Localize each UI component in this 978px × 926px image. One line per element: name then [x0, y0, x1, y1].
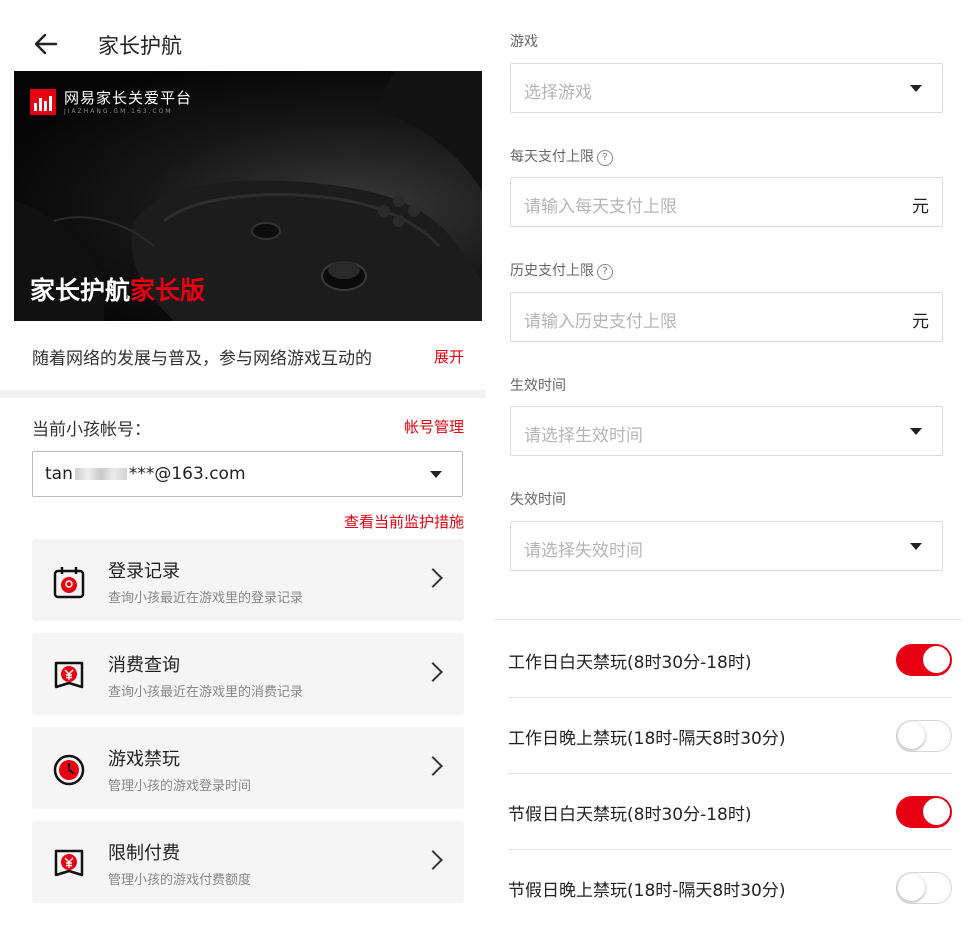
help-icon[interactable]: ? [597, 150, 613, 166]
account-manage-link[interactable]: 帐号管理 [404, 416, 464, 437]
chevron-right-icon [423, 850, 443, 870]
menu-item-title: 消费查询 [108, 655, 180, 676]
chevron-right-icon [423, 756, 443, 776]
account-label: 当前小孩帐号： [32, 420, 151, 440]
daily-limit-input[interactable]: 请输入每天支付上限 元 [510, 177, 943, 227]
chevron-right-icon [423, 568, 443, 588]
toggle-row-workday-day: 工作日白天禁玩(8时30分-18时) [508, 622, 952, 698]
currency-unit: 元 [912, 197, 929, 217]
toggle-row-holiday-day: 节假日白天禁玩(8时30分-18时) [508, 774, 952, 850]
masked-text [74, 468, 127, 480]
start-time-placeholder: 请选择生效时间 [524, 426, 643, 446]
toggle-label: 工作日白天禁玩(8时30分-18时) [508, 653, 752, 673]
intro-text: 随着网络的发展与普及，参与网络游戏互动的 [32, 349, 372, 369]
hero-banner: 网易家长关爱平台 JIAZHANG.GM.163.COM 家长护航家长版 [14, 71, 482, 321]
section-divider [494, 619, 962, 620]
start-time-select[interactable]: 请选择生效时间 [510, 406, 943, 456]
netease-logo-icon [30, 89, 56, 115]
holiday-night-ban-switch[interactable] [896, 872, 952, 904]
menu-item-title: 登录记录 [108, 561, 180, 582]
help-icon[interactable]: ? [597, 264, 613, 280]
game-placeholder: 选择游戏 [524, 83, 592, 103]
dropdown-caret-icon [910, 543, 922, 550]
brand-logo-group: 网易家长关爱平台 JIAZHANG.GM.163.COM [30, 89, 192, 115]
menu-item-title: 游戏禁玩 [108, 749, 180, 770]
toggle-label: 节假日白天禁玩(8时30分-18时) [508, 805, 752, 825]
chevron-right-icon [423, 662, 443, 682]
banner-title: 家长护航家长版 [30, 271, 205, 307]
clock-icon [53, 754, 85, 786]
switch-knob [923, 646, 950, 673]
end-time-placeholder: 请选择失效时间 [524, 541, 643, 561]
switch-knob [898, 874, 925, 901]
brand-name: 网易家长关爱平台 [64, 89, 193, 107]
intro-section: 随着网络的发展与普及，参与网络游戏互动的 展开 [32, 344, 486, 374]
view-monitoring-link[interactable]: 查看当前监护措施 [344, 511, 464, 532]
dropdown-caret-icon [910, 85, 922, 92]
workday-day-ban-switch[interactable] [896, 644, 952, 676]
left-panel: 家长护航 网易家长关爱平台 JIAZHANG.GM.163.COM 家长护航家长… [0, 0, 486, 926]
login-record-icon [53, 567, 85, 599]
menu-item-payment-limit[interactable]: 限制付费 管理小孩的游戏付费额度 [32, 821, 464, 903]
history-limit-placeholder: 请输入历史支付上限 [524, 312, 677, 332]
end-time-label: 失效时间 [510, 492, 566, 508]
history-limit-input[interactable]: 请输入历史支付上限 元 [510, 292, 943, 342]
dropdown-caret-icon [910, 428, 922, 435]
menu-item-title: 限制付费 [108, 843, 180, 864]
currency-unit: 元 [912, 312, 929, 332]
section-divider [0, 390, 486, 398]
menu-item-subtitle: 查询小孩最近在游戏里的登录记录 [108, 591, 304, 606]
game-label: 游戏 [510, 34, 538, 50]
game-select[interactable]: 选择游戏 [510, 63, 943, 113]
menu-item-login-record[interactable]: 登录记录 查询小孩最近在游戏里的登录记录 [32, 539, 464, 621]
dropdown-caret-icon [430, 471, 442, 478]
end-time-select[interactable]: 请选择失效时间 [510, 521, 943, 571]
menu-item-game-ban[interactable]: 游戏禁玩 管理小孩的游戏登录时间 [32, 727, 464, 809]
brand-url: JIAZHANG.GM.163.COM [64, 108, 173, 115]
holiday-day-ban-switch[interactable] [896, 796, 952, 828]
payment-limit-icon [54, 849, 84, 877]
switch-knob [923, 798, 950, 825]
workday-night-ban-switch[interactable] [896, 720, 952, 752]
toggle-label: 工作日晚上禁玩(18时-隔天8时30分) [508, 729, 786, 749]
toggle-row-holiday-night: 节假日晚上禁玩(18时-隔天8时30分) [508, 850, 952, 926]
top-bar: 家长护航 [0, 20, 486, 68]
back-arrow-icon[interactable] [32, 30, 60, 58]
daily-limit-placeholder: 请输入每天支付上限 [524, 197, 677, 217]
daily-limit-label: 每天支付上限? [510, 146, 613, 166]
menu-item-subtitle: 查询小孩最近在游戏里的消费记录 [108, 685, 304, 700]
menu-item-subtitle: 管理小孩的游戏付费额度 [108, 873, 252, 888]
account-select[interactable]: tan ***@163.com [32, 451, 463, 497]
switch-knob [898, 722, 925, 749]
consumption-icon [54, 661, 84, 689]
history-limit-label: 历史支付上限? [510, 260, 613, 280]
page-title: 家长护航 [98, 34, 182, 58]
right-panel: 游戏 选择游戏 每天支付上限? 请输入每天支付上限 元 历史支付上限? 请输入历… [494, 0, 978, 926]
banner-title-main: 家长护航 [30, 276, 131, 305]
menu-item-consumption[interactable]: 消费查询 查询小孩最近在游戏里的消费记录 [32, 633, 464, 715]
banner-title-highlight: 家长版 [130, 276, 206, 305]
menu-item-subtitle: 管理小孩的游戏登录时间 [108, 779, 252, 794]
toggle-row-workday-night: 工作日晚上禁玩(18时-隔天8时30分) [508, 698, 952, 774]
start-time-label: 生效时间 [510, 378, 566, 394]
expand-link[interactable]: 展开 [434, 346, 464, 367]
toggle-label: 节假日晚上禁玩(18时-隔天8时30分) [508, 881, 786, 901]
account-value: tan ***@163.com [45, 464, 246, 484]
